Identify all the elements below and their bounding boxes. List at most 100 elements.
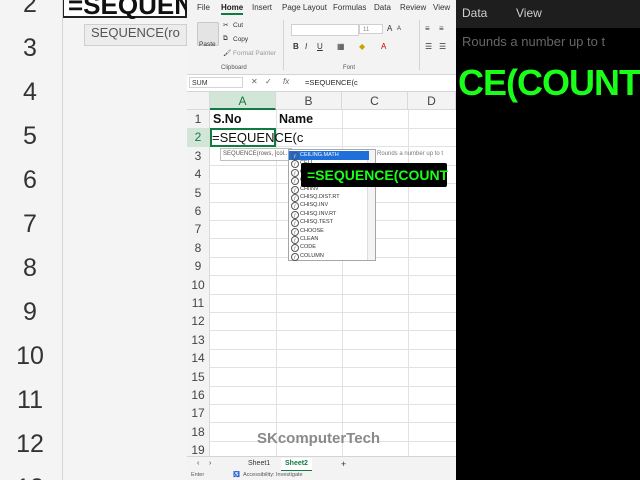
cell-a2-editing[interactable]: =SEQUENCE(c — [212, 130, 303, 145]
sheet-next-icon[interactable]: › — [205, 458, 215, 470]
row-header-7[interactable]: 7 — [187, 220, 210, 239]
borders-icon[interactable]: ▦ — [337, 42, 345, 51]
enter-icon[interactable]: ✓ — [265, 77, 272, 86]
column-header-c[interactable]: C — [342, 92, 408, 110]
autocomplete-item-label: COLUMN — [300, 252, 324, 259]
align-center-icon[interactable]: ☰ — [439, 42, 446, 51]
bold-icon[interactable]: B — [293, 42, 299, 51]
background-left-zoom: =SEQUENCE( SEQUENCE(ro 2 3 4 5 6 7 8 9 10 11 12 13 — [0, 0, 187, 480]
row-header-11[interactable]: 11 — [187, 294, 210, 313]
row-header-8[interactable]: 8 — [187, 238, 210, 258]
cell-a1[interactable]: S.No — [213, 112, 241, 126]
format-painter-button[interactable]: Format Painter — [233, 50, 276, 57]
bg-row-number: 6 — [23, 166, 37, 194]
ribbon-separator-2 — [419, 20, 420, 70]
paste-button[interactable]: Paste — [199, 41, 216, 48]
tab-data[interactable]: Data — [374, 3, 391, 12]
row-line — [210, 330, 456, 332]
tab-home[interactable]: Home — [221, 3, 244, 15]
bg-tab-view: View — [516, 6, 542, 20]
overlay-formula-callout: =SEQUENCE(COUNT — [301, 163, 448, 187]
worksheet-grid: A B C D 1 2 3 4 5 6 7 8 9 10 11 12 13 14 15 16 17 18 19 S.… — [187, 92, 456, 461]
font-grow-icon[interactable]: A — [387, 24, 392, 33]
row-header-10[interactable]: 10 — [187, 275, 210, 294]
row-header-9[interactable]: 9 — [187, 257, 210, 276]
row-header-1[interactable]: 1 — [187, 110, 210, 129]
bg-row-number: 9 — [23, 298, 37, 326]
align-left-icon[interactable]: ☰ — [425, 42, 432, 51]
cut-button[interactable]: Cut — [233, 22, 243, 29]
font-name-box[interactable] — [291, 24, 359, 36]
row-header-14[interactable]: 14 — [187, 349, 210, 368]
copy-button[interactable]: Copy — [233, 36, 248, 43]
cut-icon[interactable]: ✂ — [223, 21, 228, 29]
bg-ribbon-strip: Data View — [456, 0, 640, 28]
function-argument-hint: SEQUENCE(rows, [col... — [220, 148, 293, 161]
col-line — [408, 110, 409, 456]
bg-row-number: 5 — [23, 122, 37, 150]
bg-hint: Rounds a number up to t — [462, 34, 606, 49]
row-line — [210, 385, 456, 387]
column-header-d[interactable]: D — [408, 92, 456, 110]
row-header-4[interactable]: 4 — [187, 165, 210, 184]
row-header-6[interactable]: 6 — [187, 202, 210, 221]
cell-b1[interactable]: Name — [279, 112, 313, 126]
select-all-corner[interactable] — [187, 92, 210, 110]
bg-big-text: CE(COUNT — [458, 62, 640, 103]
bg-tab-data: Data — [462, 6, 488, 20]
autocomplete-item-label: CHOOSE — [300, 227, 324, 234]
column-header-a[interactable]: A — [210, 92, 276, 110]
autocomplete-item-label: CHISQ.INV — [300, 202, 329, 209]
sheet-tab-sheet1[interactable]: Sheet1 — [244, 458, 274, 470]
row-header-3[interactable]: 3 — [187, 146, 210, 166]
copy-icon[interactable]: ⧉ — [223, 35, 228, 43]
autocomplete-item-label: CHISQ.INV.RT — [300, 210, 337, 217]
row-line — [210, 312, 456, 313]
formula-input[interactable]: =SEQUENCE(c — [305, 78, 358, 87]
align-top-icon[interactable]: ≡ — [425, 24, 430, 33]
row-header-5[interactable]: 5 — [187, 183, 210, 202]
tab-review[interactable]: Review — [400, 3, 426, 12]
bg-row-number: 8 — [23, 254, 37, 282]
fill-color-icon[interactable]: ◆ — [359, 42, 365, 51]
bg-divider — [62, 0, 63, 480]
bg-row-number: 2 — [23, 0, 37, 18]
row-line — [210, 293, 456, 295]
sheet-tab-sheet2[interactable]: Sheet2 — [281, 458, 312, 472]
accessibility-status[interactable]: Accessibility: Investigate — [243, 471, 303, 480]
autocomplete-item[interactable]: ƒ COLUMN — [289, 252, 369, 261]
tab-view[interactable]: View — [433, 3, 450, 12]
add-sheet-icon[interactable]: + — [337, 458, 350, 470]
ribbon-separator — [283, 20, 284, 70]
function-icon: ƒ — [291, 252, 299, 261]
row-header-13[interactable]: 13 — [187, 330, 210, 350]
row-header-18[interactable]: 18 — [187, 422, 210, 442]
cancel-icon[interactable]: ✕ — [251, 77, 258, 86]
background-right-zoom: Data View Rounds a number up to t CE(COU… — [456, 0, 640, 480]
tab-insert[interactable]: Insert — [252, 3, 272, 12]
italic-icon[interactable]: I — [305, 42, 307, 51]
column-header-b[interactable]: B — [276, 92, 342, 110]
font-color-icon[interactable]: A — [381, 42, 386, 51]
underline-icon[interactable]: U — [317, 42, 323, 51]
tab-page-layout[interactable]: Page Layout — [282, 3, 327, 12]
autocomplete-item-label: CEILING.MATH — [300, 152, 339, 158]
fx-icon[interactable]: fx — [283, 77, 289, 86]
row-header-15[interactable]: 15 — [187, 367, 210, 386]
tab-formulas[interactable]: Formulas — [333, 3, 366, 12]
name-box[interactable]: SUM — [189, 77, 243, 88]
format-painter-icon[interactable]: 🖌 — [223, 49, 231, 57]
row-header-17[interactable]: 17 — [187, 404, 210, 423]
row-line — [210, 348, 456, 350]
accessibility-icon[interactable]: ♿ — [233, 471, 240, 480]
row-header-16[interactable]: 16 — [187, 386, 210, 405]
tab-file[interactable]: File — [197, 3, 210, 12]
row-header-2[interactable]: 2 — [187, 128, 210, 147]
font-shrink-icon[interactable]: A — [397, 26, 401, 32]
sheet-prev-icon[interactable]: ‹ — [193, 458, 203, 470]
row-header-12[interactable]: 12 — [187, 312, 210, 331]
font-size-box[interactable]: 11 — [359, 24, 383, 34]
align-middle-icon[interactable]: ≡ — [439, 24, 444, 33]
bg-formula: =SEQUENCE( — [62, 0, 187, 20]
row-line — [210, 275, 456, 277]
